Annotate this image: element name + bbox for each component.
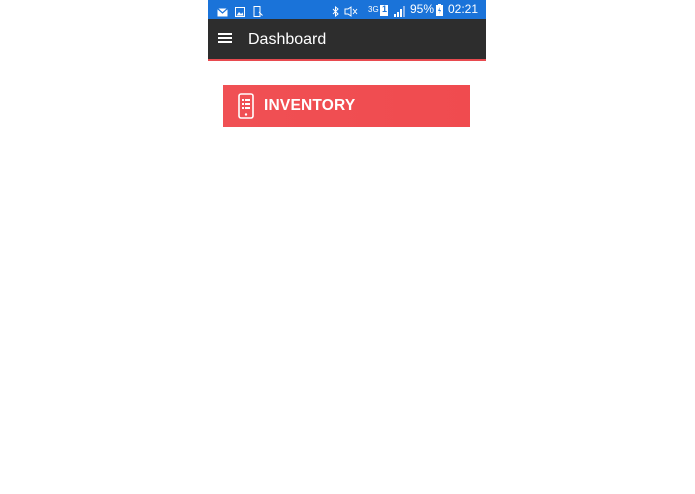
clock: 02:21 <box>448 2 479 16</box>
battery-percent: 95% <box>410 2 435 16</box>
status-bar: 3G 1 95% 02:21 <box>208 0 486 19</box>
inventory-tile-label: INVENTORY <box>264 97 356 114</box>
app-bar-accent-line <box>208 59 486 61</box>
phone-screen: 3G 1 95% 02:21 Dashboard INVENTORY <box>208 0 486 494</box>
network-type: 3G <box>368 5 379 14</box>
app-bar: Dashboard <box>208 19 486 59</box>
menu-icon[interactable] <box>218 31 236 47</box>
phone-list-icon <box>238 93 254 119</box>
inventory-tile[interactable]: INVENTORY <box>223 85 470 127</box>
page-title: Dashboard <box>248 31 327 48</box>
sim-number: 1 <box>382 4 388 14</box>
